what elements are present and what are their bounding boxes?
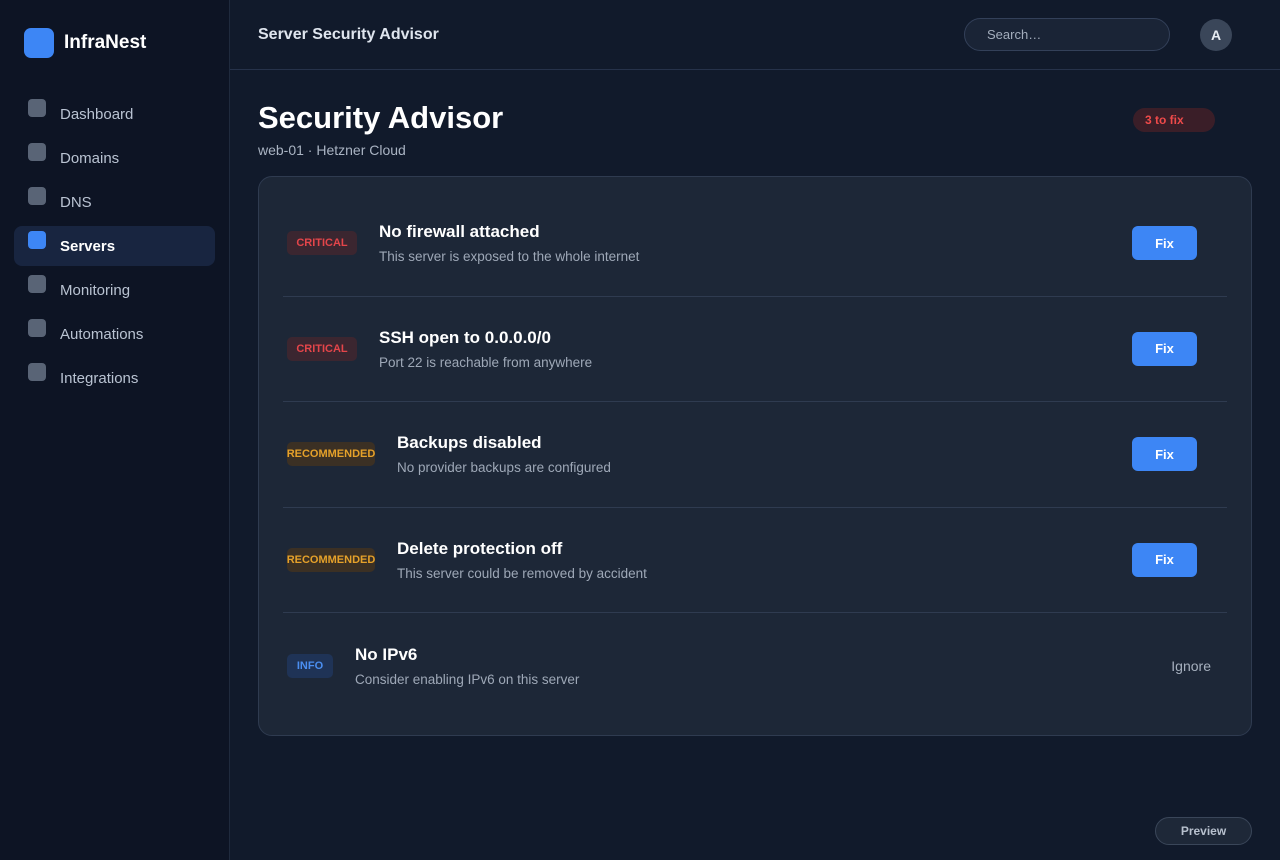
finding-text: No IPv6 Consider enabling IPv6 on this s… xyxy=(355,645,1171,687)
brand-logo-icon xyxy=(24,28,54,58)
finding-description: Port 22 is reachable from anywhere xyxy=(379,354,593,370)
sidebar-item-monitoring[interactable]: Monitoring xyxy=(14,270,215,310)
fix-button[interactable]: Fix xyxy=(1132,542,1197,577)
ignore-button[interactable]: Ignore xyxy=(1171,658,1211,674)
finding-row: RECOMMENDED Delete protection off This s… xyxy=(283,508,1227,613)
sidebar-item-automations[interactable]: Automations xyxy=(14,314,215,354)
finding-row: RECOMMENDED Backups disabled No provider… xyxy=(283,402,1227,508)
severity-badge: INFO xyxy=(287,653,333,678)
main-content: Server Security Advisor A Security Advis… xyxy=(230,0,1280,860)
sidebar-item-label: DNS xyxy=(60,193,92,211)
search-input[interactable] xyxy=(964,18,1170,51)
dashboard-icon xyxy=(28,99,46,117)
sidebar-item-integrations[interactable]: Integrations xyxy=(14,358,215,398)
finding-row: CRITICAL No firewall attached This serve… xyxy=(283,191,1227,297)
finding-description: Consider enabling IPv6 on this server xyxy=(355,671,580,687)
finding-title: No firewall attached xyxy=(379,222,540,242)
brand[interactable]: InfraNest xyxy=(14,28,215,58)
fix-button[interactable]: Fix xyxy=(1132,331,1197,366)
sidebar-item-servers[interactable]: Servers xyxy=(14,226,215,266)
sidebar-item-domains[interactable]: Domains xyxy=(14,138,215,178)
finding-text: Delete protection off This server could … xyxy=(397,539,1132,581)
severity-badge: CRITICAL xyxy=(287,336,357,361)
sidebar-item-dns[interactable]: DNS xyxy=(14,182,215,222)
sidebar: InfraNest Dashboard Domains DNS Servers … xyxy=(0,0,230,860)
page-header: Security Advisor web-01 · Hetzner Cloud … xyxy=(230,70,1280,176)
finding-title: Delete protection off xyxy=(397,538,563,558)
sidebar-item-label: Automations xyxy=(60,325,144,343)
finding-title: Backups disabled xyxy=(397,433,542,453)
finding-description: No provider backups are configured xyxy=(397,460,611,476)
finding-text: No firewall attached This server is expo… xyxy=(379,222,1132,264)
automations-icon xyxy=(28,319,46,337)
sidebar-item-label: Domains xyxy=(60,149,120,167)
finding-title: SSH open to 0.0.0.0/0 xyxy=(379,327,551,347)
page-subtitle: web-01 · Hetzner Cloud xyxy=(258,142,406,158)
dns-icon xyxy=(28,187,46,205)
finding-text: SSH open to 0.0.0.0/0 Port 22 is reachab… xyxy=(379,328,1132,370)
preview-button[interactable]: Preview xyxy=(1155,817,1252,845)
findings-card: CRITICAL No firewall attached This serve… xyxy=(258,176,1252,736)
finding-description: This server is exposed to the whole inte… xyxy=(379,249,640,265)
brand-name: InfraNest xyxy=(64,32,147,53)
sidebar-item-label: Dashboard xyxy=(60,105,134,123)
page-title: Security Advisor xyxy=(258,100,504,135)
monitoring-icon xyxy=(28,275,46,293)
servers-icon xyxy=(28,231,46,249)
topbar-title: Server Security Advisor xyxy=(258,25,439,43)
status-badge: 3 to fix xyxy=(1133,108,1215,132)
severity-badge: RECOMMENDED xyxy=(287,547,375,572)
sidebar-item-dashboard[interactable]: Dashboard xyxy=(14,94,215,134)
sidebar-item-label: Monitoring xyxy=(60,281,131,299)
severity-badge: CRITICAL xyxy=(287,231,357,256)
sidebar-item-label: Integrations xyxy=(60,369,139,387)
finding-row: INFO No IPv6 Consider enabling IPv6 on t… xyxy=(283,613,1227,719)
severity-badge: RECOMMENDED xyxy=(287,442,375,467)
sidebar-item-label: Servers xyxy=(60,237,116,255)
topbar: Server Security Advisor A xyxy=(230,0,1280,70)
finding-row: CRITICAL SSH open to 0.0.0.0/0 Port 22 i… xyxy=(283,297,1227,402)
fix-button[interactable]: Fix xyxy=(1132,437,1197,472)
finding-text: Backups disabled No provider backups are… xyxy=(397,433,1132,475)
finding-title: No IPv6 xyxy=(355,644,418,664)
finding-description: This server could be removed by accident xyxy=(397,565,647,581)
avatar[interactable]: A xyxy=(1200,18,1232,51)
integrations-icon xyxy=(28,363,46,381)
app-root: InfraNest Dashboard Domains DNS Servers … xyxy=(0,0,1280,860)
domains-icon xyxy=(28,143,46,161)
sidebar-nav: Dashboard Domains DNS Servers Monitoring… xyxy=(14,94,215,398)
fix-button[interactable]: Fix xyxy=(1132,226,1197,261)
